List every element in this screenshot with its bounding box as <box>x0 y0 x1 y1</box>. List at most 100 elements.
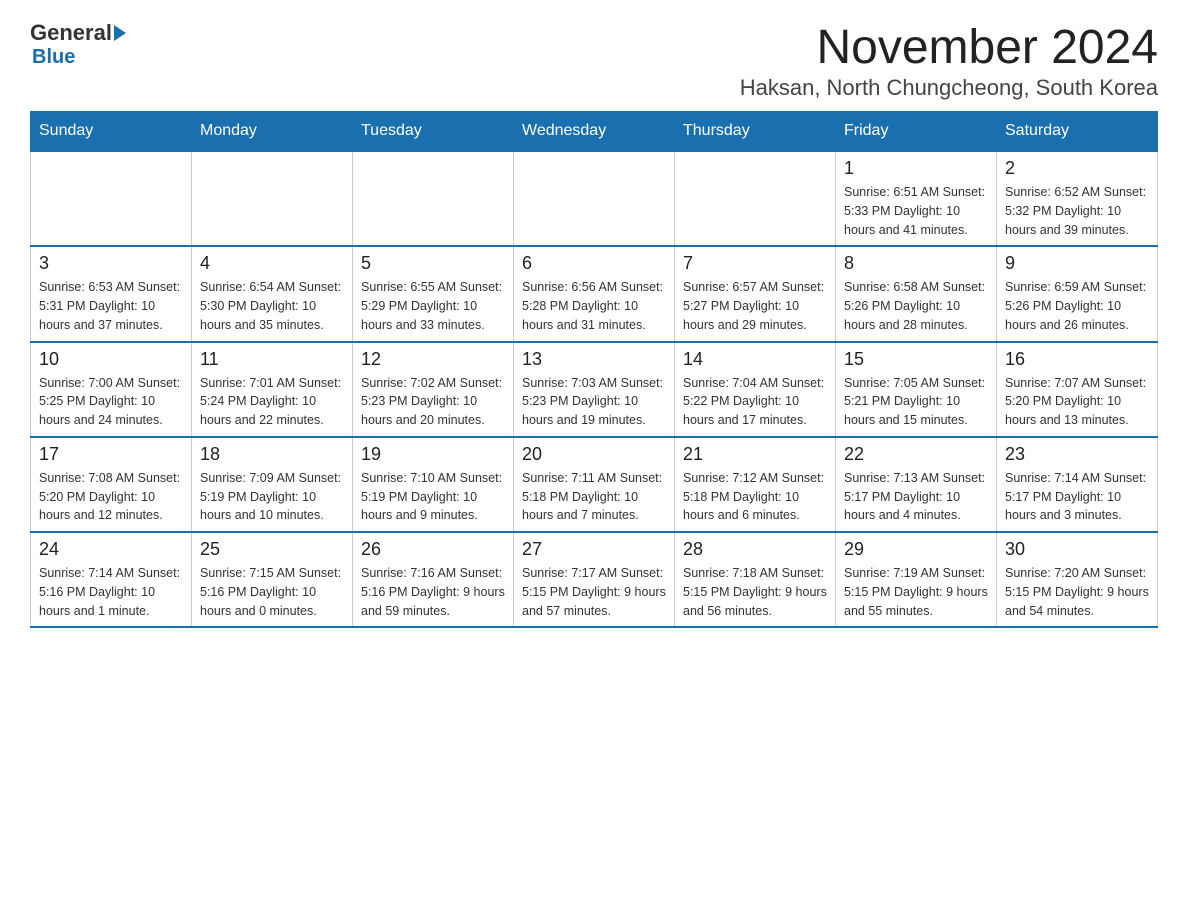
calendar-week-5: 24 Sunrise: 7:14 AM Sunset: 5:16 PM Dayli… <box>31 532 1158 627</box>
day-info: Sunrise: 7:14 AM Sunset: 5:17 PM Dayligh… <box>1005 469 1149 525</box>
day-info: Sunrise: 7:16 AM Sunset: 5:16 PM Dayligh… <box>361 564 505 620</box>
day-number: 9 <box>1005 253 1149 274</box>
day-number: 20 <box>522 444 666 465</box>
calendar-cell: 8 Sunrise: 6:58 AM Sunset: 5:26 PM Daylig… <box>836 246 997 341</box>
day-info: Sunrise: 7:01 AM Sunset: 5:24 PM Dayligh… <box>200 374 344 430</box>
weekday-header-thursday: Thursday <box>675 112 836 152</box>
calendar-week-3: 10 Sunrise: 7:00 AM Sunset: 5:25 PM Dayli… <box>31 342 1158 437</box>
calendar-cell: 21 Sunrise: 7:12 AM Sunset: 5:18 PM Dayli… <box>675 437 836 532</box>
day-number: 8 <box>844 253 988 274</box>
day-number: 24 <box>39 539 183 560</box>
day-info: Sunrise: 6:57 AM Sunset: 5:27 PM Dayligh… <box>683 278 827 334</box>
calendar-cell: 9Sunrise: 6:59 AM Sunset: 5:26 PM Daylig… <box>997 246 1158 341</box>
calendar-cell: 10 Sunrise: 7:00 AM Sunset: 5:25 PM Dayli… <box>31 342 192 437</box>
calendar: SundayMondayTuesdayWednesdayThursdayFrid… <box>30 111 1158 628</box>
day-number: 21 <box>683 444 827 465</box>
day-number: 28 <box>683 539 827 560</box>
day-number: 29 <box>844 539 988 560</box>
weekday-header-sunday: Sunday <box>31 112 192 152</box>
day-number: 14 <box>683 349 827 370</box>
day-info: Sunrise: 6:51 AM Sunset: 5:33 PM Dayligh… <box>844 183 988 239</box>
header: General Blue November 2024 Haksan, North… <box>30 20 1158 101</box>
calendar-cell: 29Sunrise: 7:19 AM Sunset: 5:15 PM Dayli… <box>836 532 997 627</box>
day-number: 11 <box>200 349 344 370</box>
day-number: 26 <box>361 539 505 560</box>
day-info: Sunrise: 7:15 AM Sunset: 5:16 PM Dayligh… <box>200 564 344 620</box>
logo-general-text: General <box>30 20 112 46</box>
day-info: Sunrise: 7:20 AM Sunset: 5:15 PM Dayligh… <box>1005 564 1149 620</box>
weekday-header-tuesday: Tuesday <box>353 112 514 152</box>
day-info: Sunrise: 7:00 AM Sunset: 5:25 PM Dayligh… <box>39 374 183 430</box>
day-info: Sunrise: 7:10 AM Sunset: 5:19 PM Dayligh… <box>361 469 505 525</box>
calendar-cell: 23 Sunrise: 7:14 AM Sunset: 5:17 PM Dayli… <box>997 437 1158 532</box>
calendar-cell: 14 Sunrise: 7:04 AM Sunset: 5:22 PM Dayli… <box>675 342 836 437</box>
weekday-header-friday: Friday <box>836 112 997 152</box>
day-info: Sunrise: 7:12 AM Sunset: 5:18 PM Dayligh… <box>683 469 827 525</box>
calendar-cell: 3 Sunrise: 6:53 AM Sunset: 5:31 PM Daylig… <box>31 246 192 341</box>
calendar-cell: 2 Sunrise: 6:52 AM Sunset: 5:32 PM Daylig… <box>997 151 1158 246</box>
day-info: Sunrise: 7:03 AM Sunset: 5:23 PM Dayligh… <box>522 374 666 430</box>
day-info: Sunrise: 7:04 AM Sunset: 5:22 PM Dayligh… <box>683 374 827 430</box>
day-info: Sunrise: 6:56 AM Sunset: 5:28 PM Dayligh… <box>522 278 666 334</box>
logo-area: General Blue <box>30 20 126 69</box>
calendar-cell: 17 Sunrise: 7:08 AM Sunset: 5:20 PM Dayli… <box>31 437 192 532</box>
day-number: 2 <box>1005 158 1149 179</box>
day-info: Sunrise: 6:53 AM Sunset: 5:31 PM Dayligh… <box>39 278 183 334</box>
logo-blue-text: Blue <box>32 46 75 69</box>
day-number: 7 <box>683 253 827 274</box>
calendar-cell <box>31 151 192 246</box>
day-info: Sunrise: 6:55 AM Sunset: 5:29 PM Dayligh… <box>361 278 505 334</box>
day-info: Sunrise: 7:18 AM Sunset: 5:15 PM Dayligh… <box>683 564 827 620</box>
day-info: Sunrise: 7:11 AM Sunset: 5:18 PM Dayligh… <box>522 469 666 525</box>
day-number: 17 <box>39 444 183 465</box>
calendar-cell: 11 Sunrise: 7:01 AM Sunset: 5:24 PM Dayli… <box>192 342 353 437</box>
calendar-cell: 25 Sunrise: 7:15 AM Sunset: 5:16 PM Dayli… <box>192 532 353 627</box>
day-info: Sunrise: 7:08 AM Sunset: 5:20 PM Dayligh… <box>39 469 183 525</box>
day-info: Sunrise: 6:58 AM Sunset: 5:26 PM Dayligh… <box>844 278 988 334</box>
calendar-cell: 16Sunrise: 7:07 AM Sunset: 5:20 PM Dayli… <box>997 342 1158 437</box>
day-number: 6 <box>522 253 666 274</box>
calendar-cell: 6 Sunrise: 6:56 AM Sunset: 5:28 PM Daylig… <box>514 246 675 341</box>
day-info: Sunrise: 7:13 AM Sunset: 5:17 PM Dayligh… <box>844 469 988 525</box>
day-number: 23 <box>1005 444 1149 465</box>
day-info: Sunrise: 7:07 AM Sunset: 5:20 PM Dayligh… <box>1005 374 1149 430</box>
day-number: 25 <box>200 539 344 560</box>
day-info: Sunrise: 6:52 AM Sunset: 5:32 PM Dayligh… <box>1005 183 1149 239</box>
weekday-header-monday: Monday <box>192 112 353 152</box>
day-number: 3 <box>39 253 183 274</box>
day-number: 10 <box>39 349 183 370</box>
day-info: Sunrise: 7:14 AM Sunset: 5:16 PM Dayligh… <box>39 564 183 620</box>
calendar-cell: 1Sunrise: 6:51 AM Sunset: 5:33 PM Daylig… <box>836 151 997 246</box>
calendar-cell: 13Sunrise: 7:03 AM Sunset: 5:23 PM Dayli… <box>514 342 675 437</box>
calendar-cell: 5Sunrise: 6:55 AM Sunset: 5:29 PM Daylig… <box>353 246 514 341</box>
day-number: 15 <box>844 349 988 370</box>
logo-arrow-icon <box>114 25 126 41</box>
day-number: 22 <box>844 444 988 465</box>
day-info: Sunrise: 7:02 AM Sunset: 5:23 PM Dayligh… <box>361 374 505 430</box>
calendar-cell: 20 Sunrise: 7:11 AM Sunset: 5:18 PM Dayli… <box>514 437 675 532</box>
day-info: Sunrise: 7:09 AM Sunset: 5:19 PM Dayligh… <box>200 469 344 525</box>
day-info: Sunrise: 7:05 AM Sunset: 5:21 PM Dayligh… <box>844 374 988 430</box>
calendar-cell: 30 Sunrise: 7:20 AM Sunset: 5:15 PM Dayli… <box>997 532 1158 627</box>
day-number: 18 <box>200 444 344 465</box>
calendar-week-4: 17 Sunrise: 7:08 AM Sunset: 5:20 PM Dayli… <box>31 437 1158 532</box>
calendar-cell: 22 Sunrise: 7:13 AM Sunset: 5:17 PM Dayli… <box>836 437 997 532</box>
calendar-cell <box>192 151 353 246</box>
calendar-week-1: 1Sunrise: 6:51 AM Sunset: 5:33 PM Daylig… <box>31 151 1158 246</box>
day-info: Sunrise: 7:17 AM Sunset: 5:15 PM Dayligh… <box>522 564 666 620</box>
calendar-cell: 7 Sunrise: 6:57 AM Sunset: 5:27 PM Daylig… <box>675 246 836 341</box>
calendar-cell: 18 Sunrise: 7:09 AM Sunset: 5:19 PM Dayli… <box>192 437 353 532</box>
calendar-cell <box>514 151 675 246</box>
title-area: November 2024 Haksan, North Chungcheong,… <box>740 20 1158 101</box>
logo: General <box>30 20 126 46</box>
calendar-cell <box>675 151 836 246</box>
day-number: 30 <box>1005 539 1149 560</box>
calendar-week-2: 3 Sunrise: 6:53 AM Sunset: 5:31 PM Daylig… <box>31 246 1158 341</box>
location-title: Haksan, North Chungcheong, South Korea <box>740 75 1158 101</box>
weekday-header-saturday: Saturday <box>997 112 1158 152</box>
day-number: 4 <box>200 253 344 274</box>
calendar-cell: 4Sunrise: 6:54 AM Sunset: 5:30 PM Daylig… <box>192 246 353 341</box>
calendar-cell: 27Sunrise: 7:17 AM Sunset: 5:15 PM Dayli… <box>514 532 675 627</box>
calendar-cell: 19Sunrise: 7:10 AM Sunset: 5:19 PM Dayli… <box>353 437 514 532</box>
calendar-cell: 24 Sunrise: 7:14 AM Sunset: 5:16 PM Dayli… <box>31 532 192 627</box>
